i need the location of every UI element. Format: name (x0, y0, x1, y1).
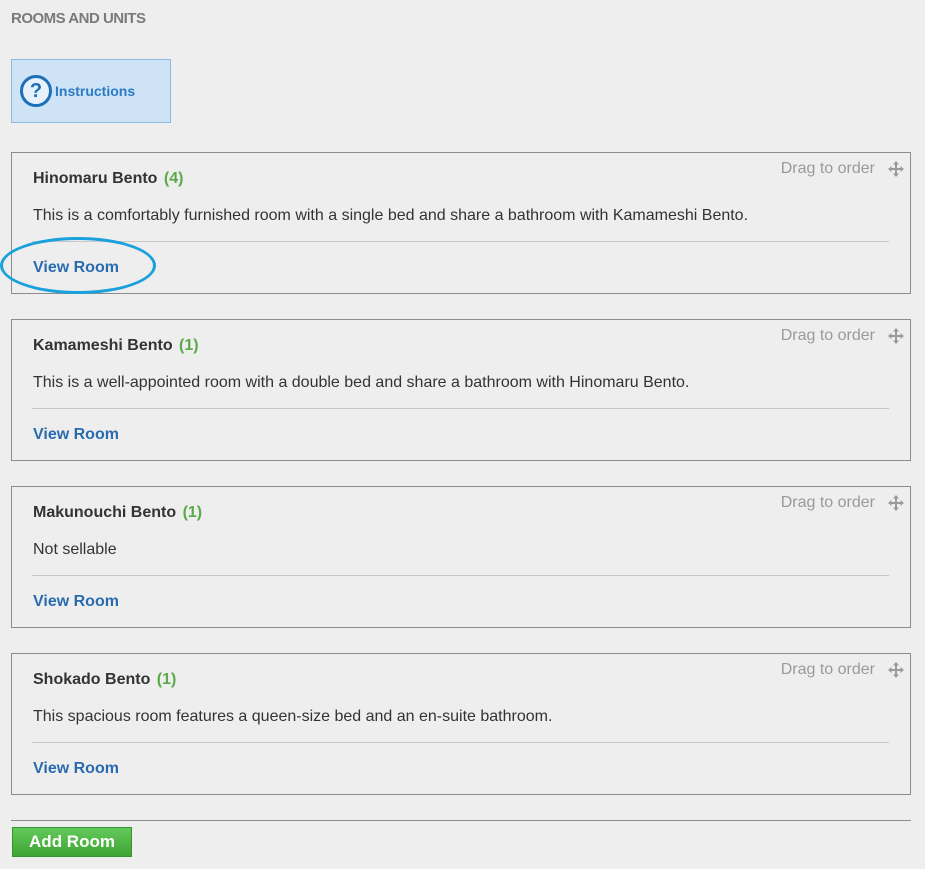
room-name: Kamameshi Bento (33, 337, 173, 354)
room-title: Hinomaru Bento (4) (33, 170, 183, 188)
view-room-link[interactable]: View Room (33, 760, 119, 778)
room-count: (4) (163, 170, 184, 187)
move-icon (888, 662, 904, 678)
divider (32, 575, 889, 576)
view-room-link[interactable]: View Room (33, 593, 119, 611)
room-card: Drag to order Shokado Bento (1) This spa… (11, 653, 911, 795)
room-count: (1) (156, 671, 177, 688)
page-title: ROOMS AND UNITS (11, 10, 146, 27)
room-title: Makunouchi Bento (1) (33, 504, 202, 522)
room-count: (1) (179, 337, 199, 354)
room-description: Not sellable (33, 541, 117, 558)
drag-to-order-handle[interactable]: Drag to order (781, 327, 905, 345)
room-title: Shokado Bento (1) (33, 671, 176, 689)
move-icon (888, 328, 904, 344)
room-card: Drag to order Makunouchi Bento (1) Not s… (11, 486, 911, 628)
move-icon (888, 161, 904, 177)
drag-to-order-handle[interactable]: Drag to order (781, 494, 905, 512)
divider (11, 820, 911, 821)
drag-to-order-handle[interactable]: Drag to order (781, 661, 905, 679)
room-list: Drag to order Hinomaru Bento (4) This is… (11, 152, 911, 820)
divider (32, 241, 889, 242)
room-description: This spacious room features a queen-size… (33, 708, 553, 725)
instructions-button[interactable]: ? Instructions (11, 59, 171, 123)
divider (32, 742, 889, 743)
room-name: Hinomaru Bento (33, 170, 158, 187)
room-count: (1) (182, 504, 203, 521)
view-room-link[interactable]: View Room (33, 259, 119, 277)
drag-label: Drag to order (780, 327, 875, 344)
help-question-icon: ? (20, 75, 52, 107)
drag-label: Drag to order (780, 661, 875, 678)
instructions-label: Instructions (55, 83, 136, 99)
drag-label: Drag to order (780, 160, 875, 177)
drag-label: Drag to order (780, 494, 875, 511)
view-room-link[interactable]: View Room (33, 426, 119, 444)
add-room-button[interactable]: Add Room (12, 827, 132, 857)
room-title: Kamameshi Bento (1) (33, 337, 199, 355)
divider (32, 408, 889, 409)
move-icon (888, 495, 904, 511)
room-name: Makunouchi Bento (33, 504, 177, 521)
room-card: Drag to order Hinomaru Bento (4) This is… (11, 152, 911, 294)
drag-to-order-handle[interactable]: Drag to order (781, 160, 905, 178)
room-name: Shokado Bento (33, 671, 151, 688)
room-description: This is a comfortably furnished room wit… (33, 207, 749, 224)
room-description: This is a well-appointed room with a dou… (33, 374, 690, 391)
room-card: Drag to order Kamameshi Bento (1) This i… (11, 319, 911, 461)
